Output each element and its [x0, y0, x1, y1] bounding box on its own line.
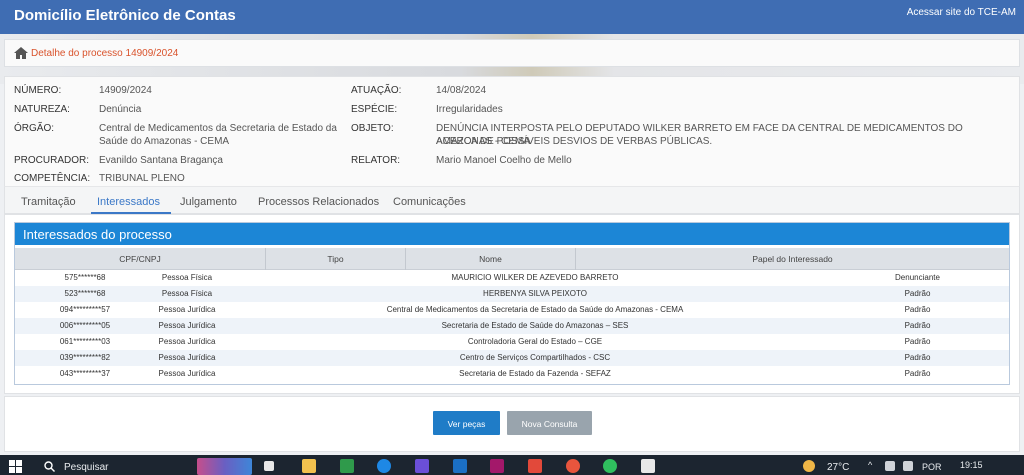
- excel-icon[interactable]: [340, 459, 354, 473]
- nome-cell: Secretaria de Estado de Saúde do Amazona…: [441, 321, 629, 330]
- windows-taskbar: Pesquisar 27°C ^ POR 19:15: [0, 455, 1024, 475]
- nome-cell: MAURICIO WILKER DE AZEVEDO BARRETO: [451, 273, 619, 282]
- breadcrumb-process: Detalhe do processo 14909/2024: [31, 48, 179, 59]
- table-row[interactable]: 523******68 Pessoa Física HERBENYA SILVA…: [15, 286, 1009, 302]
- orgao-value-line1: Central de Medicamentos da Secretaria de…: [99, 123, 337, 134]
- cpf-cell: 523******68: [64, 289, 106, 298]
- orgao-label: ÓRGÃO:: [14, 123, 55, 134]
- numero-label: NÚMERO:: [14, 85, 62, 96]
- cpf-cell: 061*********03: [59, 337, 111, 346]
- outlook-icon[interactable]: [453, 459, 467, 473]
- tipo-cell: Pessoa Jurídica: [158, 369, 216, 378]
- table-row[interactable]: 575******68 Pessoa Física MAURICIO WILKE…: [15, 270, 1009, 286]
- ver-pecas-button[interactable]: Ver peças: [433, 411, 500, 435]
- language-indicator[interactable]: POR: [922, 462, 942, 472]
- objeto-value-line2: ACERCA DE POSSÍVEIS DESVIOS DE VERBAS PÚ…: [436, 136, 713, 147]
- objeto-label: OBJETO:: [351, 123, 394, 134]
- cpf-cell: 094*********57: [59, 305, 111, 314]
- top-bar: Domicílio Eletrônico de Contas Acessar s…: [0, 0, 1024, 34]
- cpf-cell: 043*********37: [59, 369, 111, 378]
- relator-value: Mario Manoel Coelho de Mello: [436, 155, 572, 166]
- tab-julgamento[interactable]: Julgamento: [180, 196, 237, 208]
- tray-chevron-icon[interactable]: ^: [868, 460, 872, 470]
- nome-cell: Centro de Serviços Compartilhados - CSC: [459, 353, 611, 362]
- papel-cell: Padrão: [904, 305, 931, 314]
- papel-cell: Denunciante: [895, 273, 940, 282]
- tab-tramitacao[interactable]: Tramitação: [21, 196, 76, 208]
- tipo-cell: Pessoa Jurídica: [158, 305, 216, 314]
- cpf-cell: 039*********82: [59, 353, 111, 362]
- table-row[interactable]: 094*********57 Pessoa Jurídica Central d…: [15, 302, 1009, 318]
- natureza-value: Denúncia: [99, 104, 142, 115]
- process-tabs: Tramitação Interessados Julgamento Proce…: [4, 186, 1020, 214]
- nome-cell: HERBENYA SILVA PEIXOTO: [483, 289, 587, 298]
- procurador-label: PROCURADOR:: [14, 155, 90, 166]
- especie-label: ESPÉCIE:: [351, 104, 398, 115]
- table-row[interactable]: 061*********03 Pessoa Jurídica Controlad…: [15, 334, 1009, 350]
- nova-consulta-button[interactable]: Nova Consulta: [507, 411, 592, 435]
- numero-value: 14909/2024: [99, 85, 152, 96]
- pdf-icon[interactable]: [641, 459, 655, 473]
- taskbar-search-placeholder[interactable]: Pesquisar: [64, 462, 108, 473]
- weather-icon[interactable]: [803, 460, 815, 472]
- tab-comunicacoes[interactable]: Comunicações: [393, 196, 466, 208]
- nome-cell: Controladoria Geral do Estado – CGE: [467, 337, 603, 346]
- column-header-papel[interactable]: Papel do Interessado: [576, 248, 1009, 270]
- whatsapp-icon[interactable]: [603, 459, 617, 473]
- home-icon[interactable]: [13, 46, 29, 60]
- papel-cell: Padrão: [904, 337, 931, 346]
- search-highlight-icon: [197, 458, 252, 475]
- tab-processos-relacionados[interactable]: Processos Relacionados: [258, 196, 379, 208]
- task-view-icon[interactable]: [264, 461, 274, 471]
- table-row[interactable]: 006*********05 Pessoa Jurídica Secretari…: [15, 318, 1009, 334]
- column-header-nome[interactable]: Nome: [406, 248, 576, 270]
- tab-interessados[interactable]: Interessados: [97, 196, 160, 208]
- tipo-cell: Pessoa Jurídica: [158, 321, 216, 330]
- grid-title: Interessados do processo: [15, 223, 1009, 245]
- atuacao-value: 14/08/2024: [436, 85, 487, 96]
- papel-cell: Padrão: [904, 353, 931, 362]
- tipo-cell: Pessoa Jurídica: [158, 337, 216, 346]
- nome-cell: Central de Medicamentos da Secretaria de…: [386, 305, 684, 314]
- cpf-cell: 006*********05: [59, 321, 111, 330]
- table-row[interactable]: 039*********82 Pessoa Jurídica Centro de…: [15, 350, 1009, 366]
- column-header-cpf[interactable]: CPF/CNPJ: [15, 248, 266, 270]
- interessados-grid: Interessados do processo CPF/CNPJ Tipo N…: [14, 222, 1010, 385]
- edge-icon[interactable]: [377, 459, 391, 473]
- papel-cell: Padrão: [904, 289, 931, 298]
- clock-time[interactable]: 19:15: [960, 460, 983, 470]
- competencia-value: TRIBUNAL PLENO: [99, 173, 185, 184]
- grid-header: CPF/CNPJ Tipo Nome Papel do Interessado: [15, 248, 1009, 270]
- orgao-value-line2: Saúde do Amazonas - CEMA: [99, 136, 230, 147]
- column-header-tipo[interactable]: Tipo: [266, 248, 406, 270]
- natureza-label: NATUREZA:: [14, 104, 70, 115]
- tipo-cell: Pessoa Física: [161, 289, 213, 298]
- breadcrumb: Detalhe do processo 14909/2024: [4, 39, 1020, 67]
- nome-cell: Secretaria de Estado da Fazenda - SEFAZ: [459, 369, 611, 378]
- tce-site-link[interactable]: Acessar site do TCE-AM: [907, 7, 1016, 18]
- chrome-icon[interactable]: [566, 459, 580, 473]
- tipo-cell: Pessoa Jurídica: [158, 353, 216, 362]
- indesign-icon[interactable]: [490, 459, 504, 473]
- anydesk-icon[interactable]: [528, 459, 542, 473]
- copilot-icon[interactable]: [415, 459, 429, 473]
- especie-value: Irregularidades: [436, 104, 503, 115]
- cpf-cell: 575******68: [64, 273, 106, 282]
- papel-cell: Padrão: [904, 369, 931, 378]
- weather-temperature[interactable]: 27°C: [827, 462, 849, 473]
- tipo-cell: Pessoa Física: [161, 273, 213, 282]
- relator-label: RELATOR:: [351, 155, 401, 166]
- file-explorer-icon[interactable]: [302, 459, 316, 473]
- table-row[interactable]: 043*********37 Pessoa Jurídica Secretari…: [15, 366, 1009, 382]
- atuacao-label: ATUAÇÃO:: [351, 85, 402, 96]
- search-icon[interactable]: [44, 461, 55, 472]
- procurador-value: Evanildo Santana Bragança: [99, 155, 223, 166]
- app-title: Domicílio Eletrônico de Contas: [14, 7, 236, 24]
- papel-cell: Padrão: [904, 321, 931, 330]
- windows-start-icon[interactable]: [9, 460, 22, 473]
- process-details: NÚMERO: 14909/2024 NATUREZA: Denúncia ÓR…: [4, 76, 1020, 186]
- volume-icon[interactable]: [903, 461, 913, 471]
- competencia-label: COMPETÊNCIA:: [14, 173, 91, 184]
- network-icon[interactable]: [885, 461, 895, 471]
